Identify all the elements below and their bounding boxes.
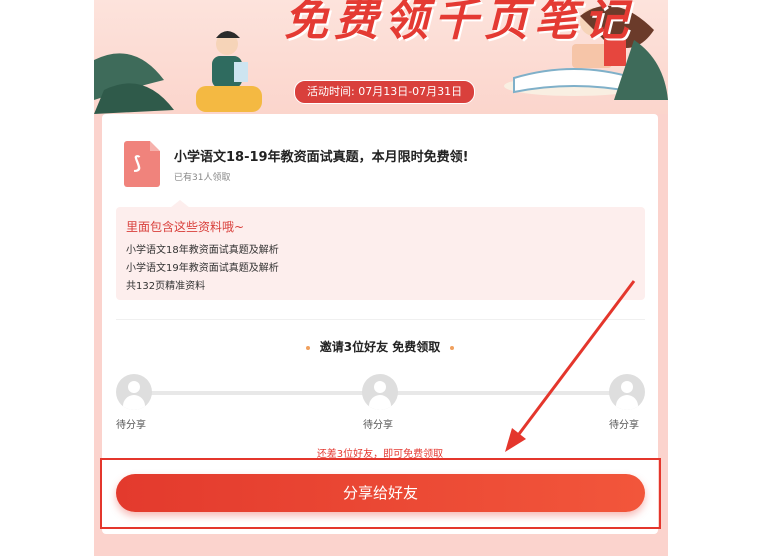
annotation-arrow-icon [505,280,636,452]
